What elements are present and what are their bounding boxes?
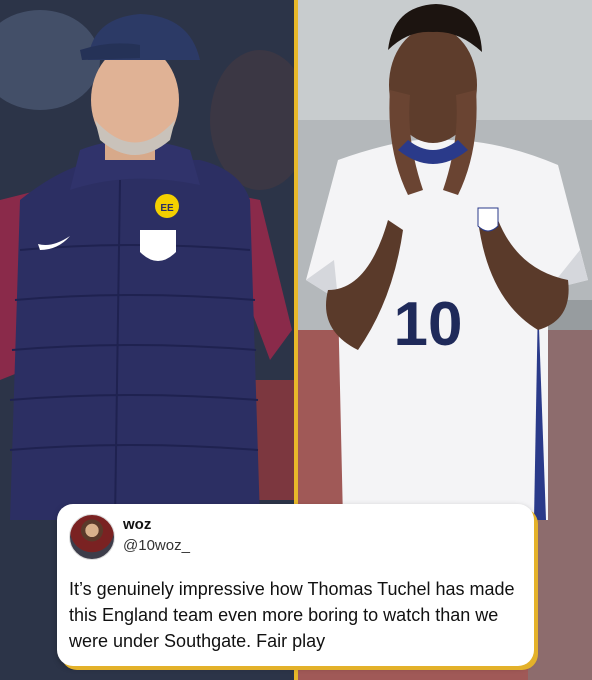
england-crest-icon xyxy=(477,207,499,232)
shirt-number: 10 xyxy=(394,290,463,359)
avatar[interactable] xyxy=(69,514,115,560)
england-crest-icon xyxy=(140,230,176,261)
tweet-text: It’s genuinely impressive how Thomas Tuc… xyxy=(69,579,515,651)
tweet-card: woz @10woz_ It’s genuinely impressive ho… xyxy=(57,504,534,666)
tweet-author-handle[interactable]: @10woz_ xyxy=(123,537,190,554)
ee-badge-text: EE xyxy=(160,203,174,214)
tweet-author-name[interactable]: woz xyxy=(123,516,151,533)
